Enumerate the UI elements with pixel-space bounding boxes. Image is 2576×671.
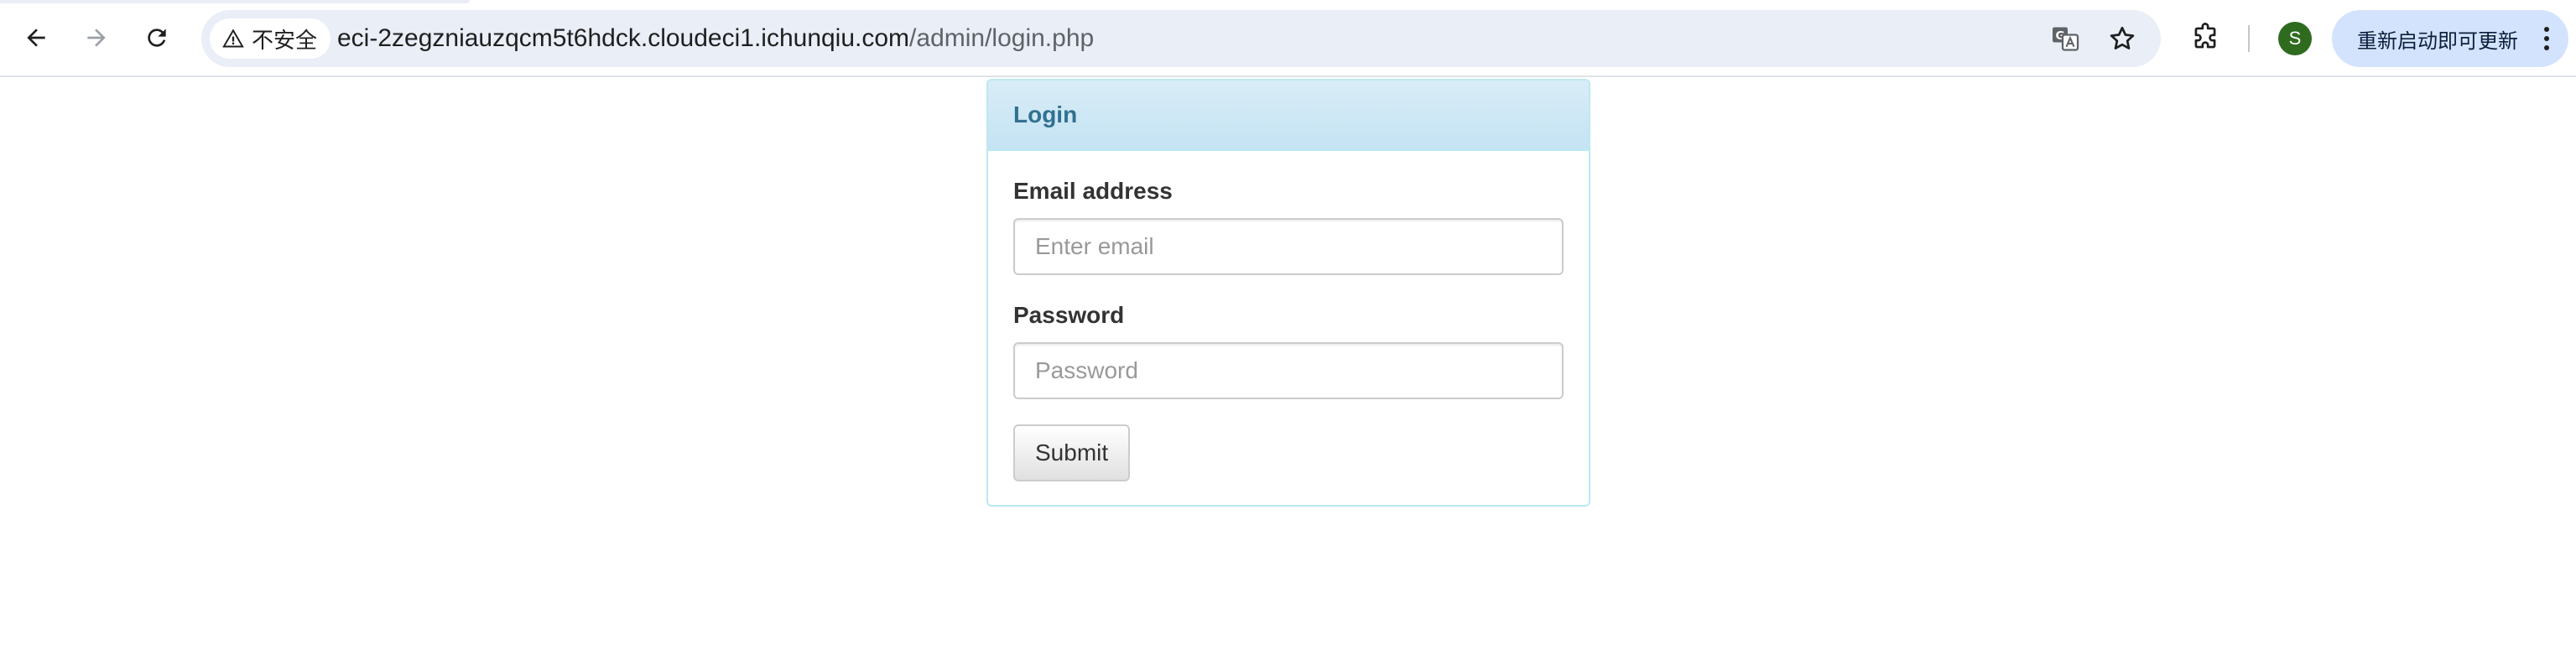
url-text[interactable]: eci-2zegzniauzqcm5t6hdck.cloudeci1.ichun… bbox=[337, 10, 1094, 67]
password-field[interactable] bbox=[1013, 342, 1564, 399]
back-button[interactable] bbox=[15, 17, 57, 59]
address-bar[interactable]: 不安全 eci-2zegzniauzqcm5t6hdck.cloudeci1.i… bbox=[201, 10, 2161, 67]
update-button[interactable]: 重新启动即可更新 bbox=[2332, 10, 2568, 67]
email-label: Email address bbox=[1013, 178, 1173, 204]
translate-button[interactable]: G bbox=[2048, 22, 2082, 55]
puzzle-icon bbox=[2194, 23, 2216, 49]
update-label: 重新启动即可更新 bbox=[2357, 29, 2518, 53]
arrow-right-icon bbox=[87, 29, 106, 47]
toolbar-divider bbox=[2248, 25, 2250, 52]
security-indicator[interactable]: 不安全 bbox=[210, 18, 331, 59]
tab-strip-edge bbox=[0, 0, 470, 3]
login-panel: Login Email address Password Submit bbox=[986, 79, 1590, 507]
extensions-button[interactable] bbox=[2186, 18, 2225, 57]
star-icon bbox=[2110, 26, 2135, 49]
forward-button[interactable] bbox=[75, 17, 117, 59]
translate-icon: G bbox=[2053, 27, 2079, 51]
submit-button[interactable]: Submit bbox=[1013, 424, 1131, 481]
url-path: /admin/login.php bbox=[909, 24, 1095, 52]
password-label: Password bbox=[1013, 302, 1125, 328]
login-title: Login bbox=[1013, 101, 1078, 127]
profile-avatar[interactable]: S bbox=[2278, 22, 2312, 55]
reload-button[interactable] bbox=[136, 17, 178, 59]
url-host: eci-2zegzniauzqcm5t6hdck.cloudeci1.ichun… bbox=[337, 24, 910, 52]
email-field[interactable] bbox=[1013, 218, 1564, 275]
more-menu-icon[interactable] bbox=[2543, 26, 2550, 51]
security-label: 不安全 bbox=[252, 27, 318, 53]
panel-heading: Login bbox=[988, 81, 1589, 151]
arrow-left-icon bbox=[27, 29, 45, 47]
reload-icon bbox=[148, 29, 166, 47]
browser-toolbar: 不安全 eci-2zegzniauzqcm5t6hdck.cloudeci1.i… bbox=[0, 0, 2576, 77]
bookmark-button[interactable] bbox=[2105, 22, 2139, 55]
warning-icon bbox=[222, 29, 244, 48]
